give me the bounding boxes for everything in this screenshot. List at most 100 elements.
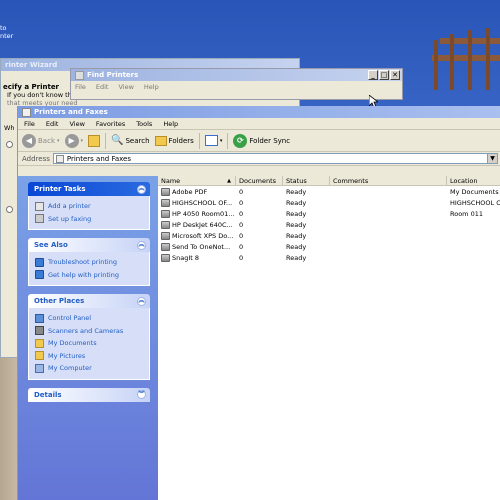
my-computer-link[interactable]: My Computer (35, 362, 143, 375)
collapse-chevron-icon[interactable]: ︽ (137, 296, 146, 306)
other-places-header[interactable]: Other Places ︽ (28, 294, 150, 308)
views-button[interactable]: ▾ (204, 135, 222, 146)
menu-edit[interactable]: Edit (46, 120, 59, 128)
printer-row[interactable]: Adobe PDF 0 Ready My Documents (158, 186, 500, 197)
menu-tools[interactable]: Tools (136, 120, 152, 128)
forward-button[interactable]: ▶ ▾ (64, 133, 83, 148)
folders-button[interactable]: Folders (154, 135, 194, 146)
menu-file[interactable]: File (75, 83, 86, 91)
help-icon (35, 257, 44, 267)
see-also-header[interactable]: See Also ︽ (28, 238, 150, 252)
menu-favorites[interactable]: Favorites (96, 120, 125, 128)
folder-sync-button[interactable]: ⟳ Folder Sync (233, 133, 290, 148)
close-button[interactable]: ✕ (390, 70, 400, 80)
printer-row[interactable]: HP 4050 Room01... 0 Ready Room 011 (158, 208, 500, 219)
printer-name-cell[interactable]: HIGHSCHOOL OF... (158, 198, 236, 207)
search-button[interactable]: 🔍 Search (111, 135, 150, 146)
address-bar: Address Printers and Faxes ▼ (18, 152, 500, 166)
search-label: Search (125, 136, 150, 145)
printer-documents: 0 (239, 253, 244, 262)
printer-row[interactable]: Send To OneNot... 0 Ready (158, 241, 500, 252)
troubleshoot-printing-link[interactable]: Troubleshoot printing (35, 256, 143, 269)
printer-name-cell[interactable]: Adobe PDF (158, 187, 236, 196)
other-places-title: Other Places (34, 297, 85, 305)
forward-arrow-icon: ▶ (64, 133, 79, 148)
control-panel-link[interactable]: Control Panel (35, 312, 143, 325)
address-label: Address (22, 154, 50, 163)
printer-name-cell[interactable]: Microsoft XPS Do... (158, 231, 236, 240)
find-printers-icon (75, 70, 84, 80)
control-panel-icon (35, 313, 44, 323)
printer-name-cell[interactable]: Send To OneNot... (158, 242, 236, 251)
see-also-body: Troubleshoot printing Get help with prin… (28, 252, 150, 286)
explorer-titlebar[interactable]: Printers and Faxes (18, 106, 500, 118)
find-printers-titlebar[interactable]: Find Printers _ □ ✕ (71, 69, 402, 81)
printer-row[interactable]: Microsoft XPS Do... 0 Ready (158, 230, 500, 241)
help-printing-link[interactable]: Get help with printing (35, 269, 143, 282)
column-header-name[interactable]: Name ▲ (158, 176, 236, 185)
menu-help[interactable]: Help (144, 83, 159, 91)
column-header-location[interactable]: Location (447, 176, 500, 185)
printer-status: Ready (286, 198, 307, 207)
minimize-button[interactable]: _ (368, 70, 378, 80)
printer-icon (161, 242, 170, 251)
printer-documents: 0 (239, 198, 244, 207)
address-input[interactable]: Printers and Faxes ▼ (52, 153, 498, 164)
printer-icon (161, 187, 170, 196)
printer-tasks-header[interactable]: Printer Tasks ︽ (28, 182, 150, 196)
printer-tasks-body: Add a printer Set up faxing (28, 196, 150, 230)
menu-view[interactable]: View (69, 120, 84, 128)
other-places-body: Control Panel Scanners and Cameras My Do… (28, 308, 150, 380)
printer-icon (161, 198, 170, 207)
printer-status: Ready (286, 242, 307, 251)
wizard-radio-2[interactable] (6, 206, 13, 213)
folders-label: Folders (168, 136, 194, 145)
scanners-cameras-label: Scanners and Cameras (48, 326, 124, 335)
back-label: Back (38, 136, 55, 145)
collapse-chevron-icon[interactable]: ︽ (137, 240, 146, 250)
my-pictures-label: My Pictures (48, 351, 86, 360)
collapse-chevron-icon[interactable]: ︽ (137, 184, 146, 194)
printer-name-cell[interactable]: HP DeskJet 640C... (158, 220, 236, 229)
desktop-icon-label: to nter (0, 24, 14, 40)
my-documents-link[interactable]: My Documents (35, 337, 143, 350)
details-panel: Details ︾ (28, 387, 150, 402)
address-value: Printers and Faxes (66, 154, 131, 163)
menu-view[interactable]: View (118, 83, 133, 91)
printer-documents: 0 (239, 209, 244, 218)
printers-folder-icon (22, 107, 31, 117)
printer-name-cell[interactable]: SnagIt 8 (158, 253, 236, 262)
printer-row[interactable]: HP DeskJet 640C... 0 Ready (158, 219, 500, 230)
details-header[interactable]: Details ︾ (28, 387, 150, 402)
printer-location: HIGHSCHOOL O (450, 198, 500, 207)
menu-help[interactable]: Help (163, 120, 178, 128)
fence-background-image (432, 28, 500, 90)
printer-name: HP DeskJet 640C... (172, 220, 233, 229)
back-button[interactable]: ◀ Back ▾ (22, 133, 60, 148)
up-folder-button[interactable] (88, 134, 101, 147)
see-also-panel: See Also ︽ Troubleshoot printing Get hel… (28, 238, 150, 286)
printer-row[interactable]: HIGHSCHOOL OF... 0 Ready HIGHSCHOOL O (158, 197, 500, 208)
expand-chevron-icon[interactable]: ︾ (137, 390, 146, 399)
maximize-button[interactable]: □ (379, 70, 389, 80)
column-header-status[interactable]: Status (283, 176, 330, 185)
my-pictures-link[interactable]: My Pictures (35, 350, 143, 363)
column-header-comments[interactable]: Comments (330, 176, 447, 185)
setup-faxing-link[interactable]: Set up faxing (35, 213, 143, 226)
printer-icon (161, 253, 170, 262)
see-also-title: See Also (34, 241, 68, 249)
printer-name-cell[interactable]: HP 4050 Room01... (158, 209, 236, 218)
views-icon (204, 135, 218, 146)
printers-list: Name ▲ Documents Status Comments Locatio… (158, 176, 500, 500)
printer-row[interactable]: SnagIt 8 0 Ready (158, 252, 500, 263)
add-printer-link[interactable]: Add a printer (35, 200, 143, 213)
address-dropdown-icon[interactable]: ▼ (487, 154, 497, 163)
my-documents-icon (35, 338, 44, 348)
wizard-radio-1[interactable] (6, 141, 13, 148)
column-header-documents[interactable]: Documents (236, 176, 283, 185)
menu-edit[interactable]: Edit (96, 83, 109, 91)
scanners-cameras-link[interactable]: Scanners and Cameras (35, 325, 143, 338)
explorer-menubar: File Edit View Favorites Tools Help (18, 118, 500, 130)
menu-file[interactable]: File (24, 120, 35, 128)
printer-name: SnagIt 8 (172, 253, 200, 262)
